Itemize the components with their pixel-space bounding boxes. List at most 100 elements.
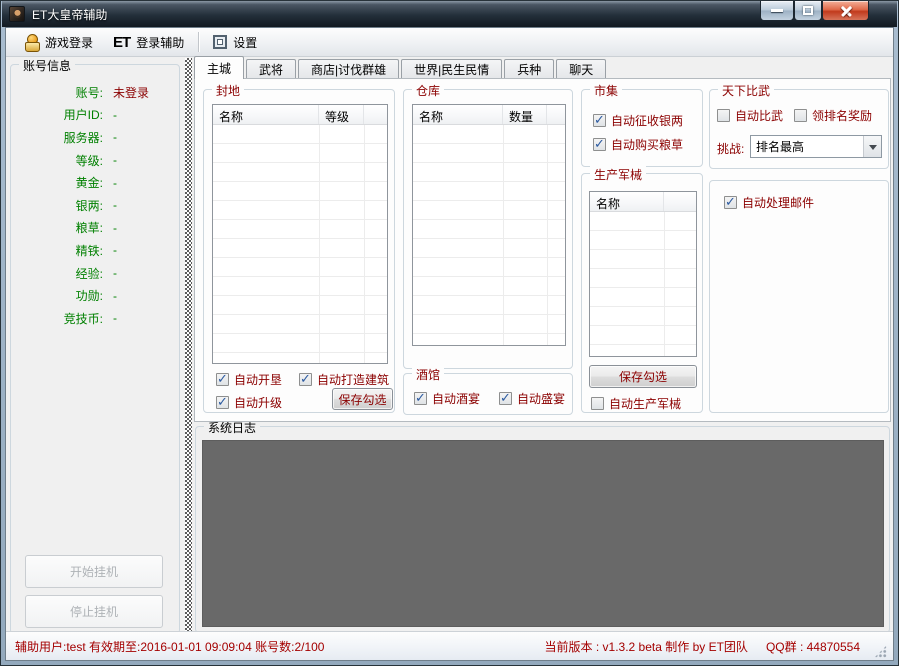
auto-produce-weapons-checkbox[interactable]: 自动生产军械 [591, 395, 681, 412]
fief-table-header: 名称 等级 [213, 105, 387, 125]
fief-table[interactable]: 名称 等级 [212, 104, 388, 364]
client-area: 游戏登录 ET 登录辅助 设置 账号信息 账号: 未登录 用户ID: - 服务器… [5, 27, 894, 661]
warehouse-table-gridline [547, 125, 548, 345]
auto-buy-grain-checkbox[interactable]: 自动购买粮草 [593, 136, 683, 153]
account-row-label: 用户ID: [63, 108, 103, 123]
warehouse-col-extra[interactable] [547, 105, 565, 124]
account-row-label: 账号: [75, 85, 103, 100]
app-icon [9, 6, 25, 22]
weapons-col-name[interactable]: 名称 [590, 192, 664, 211]
auto-build-checkbox-box[interactable] [299, 371, 312, 387]
auto-produce-weapons-label: 自动生产军械 [609, 397, 682, 411]
claim-rank-reward-checkbox[interactable]: 领排名奖励 [794, 107, 872, 124]
auto-process-mail-checkbox-box[interactable] [724, 194, 737, 210]
close-button[interactable] [822, 1, 869, 21]
auto-duel-label: 自动比武 [735, 109, 784, 123]
fief-save-button[interactable]: 保存勾选 [332, 388, 393, 410]
login-helper-button[interactable]: ET 登录辅助 [103, 28, 194, 56]
weapons-table[interactable]: 名称 [589, 191, 697, 357]
game-login-label: 游戏登录 [45, 35, 94, 50]
auto-buy-grain-checkbox-box[interactable] [593, 136, 606, 152]
challenge-dropdown[interactable]: 排名最高 [750, 135, 882, 158]
auto-produce-weapons-checkbox-box[interactable] [591, 397, 604, 410]
account-row-label: 竞技币: [63, 311, 103, 326]
tabstrip: 主城 武将 商店|讨伐群雄 世界|民生民情 兵种 聊天 [194, 56, 608, 79]
tournament-group-title: 天下比武 [718, 82, 775, 99]
auto-upgrade-checkbox[interactable]: 自动升级 [216, 394, 282, 411]
auto-reclaim-label: 自动开垦 [234, 373, 283, 387]
fief-col-level[interactable]: 等级 [319, 105, 364, 124]
weapons-save-button[interactable]: 保存勾选 [589, 365, 697, 388]
weapons-group-title: 生产军械 [590, 166, 647, 183]
maximize-button[interactable] [794, 1, 822, 21]
stop-hangup-button[interactable]: 停止挂机 [25, 595, 163, 628]
auto-banquet-checkbox[interactable]: 自动酒宴 [414, 390, 480, 407]
warehouse-col-name[interactable]: 名称 [413, 105, 503, 124]
auto-upgrade-checkbox-box[interactable] [216, 394, 229, 410]
maximize-icon [803, 6, 813, 15]
tab-chat[interactable]: 聊天 [556, 59, 607, 79]
weapons-table-body[interactable] [590, 212, 696, 356]
start-hangup-button[interactable]: 开始挂机 [25, 555, 163, 588]
account-row-label: 银两: [75, 198, 103, 213]
settings-icon [213, 35, 228, 49]
tab-world-people[interactable]: 世界|民生民情 [401, 59, 503, 79]
minimize-icon [771, 9, 783, 12]
vertical-splitter[interactable] [185, 58, 192, 634]
account-row-value: - [113, 243, 117, 258]
account-row: 用户ID: - [11, 104, 179, 127]
auto-banquet-checkbox-box[interactable] [414, 390, 427, 406]
auto-reclaim-checkbox-box[interactable] [216, 371, 229, 387]
et-logo-icon: ET [113, 33, 131, 51]
fief-table-body[interactable] [213, 125, 387, 363]
fief-col-extra[interactable] [364, 105, 387, 124]
claim-rank-reward-checkbox-box[interactable] [794, 109, 807, 122]
auto-feast-checkbox[interactable]: 自动盛宴 [499, 390, 565, 407]
tab-shop-crusade[interactable]: 商店|讨伐群雄 [298, 59, 400, 79]
account-row: 精铁: - [11, 239, 179, 262]
status-version-text: 当前版本 : v1.3.2 beta 制作 by ET团队 [544, 639, 748, 654]
auto-reclaim-checkbox[interactable]: 自动开垦 [216, 371, 282, 388]
account-row-value: - [113, 198, 117, 213]
challenge-label: 挑战: [717, 142, 745, 156]
account-row-value: - [113, 153, 117, 168]
tab-troops[interactable]: 兵种 [504, 59, 555, 79]
minimize-button[interactable] [760, 1, 794, 21]
chevron-down-icon[interactable] [863, 136, 881, 157]
auto-duel-checkbox-box[interactable] [717, 109, 730, 122]
weapons-group: 生产军械 名称 保存勾选 自动生产军械 [581, 166, 703, 413]
auto-feast-checkbox-box[interactable] [499, 390, 512, 406]
auto-process-mail-checkbox[interactable]: 自动处理邮件 [724, 194, 814, 211]
game-login-button[interactable]: 游戏登录 [14, 28, 103, 56]
account-row-label: 等级: [75, 153, 103, 168]
warehouse-col-qty[interactable]: 数量 [503, 105, 547, 124]
titlebar[interactable]: ET大皇帝辅助 [2, 1, 897, 27]
fief-col-name[interactable]: 名称 [213, 105, 319, 124]
window-title: ET大皇帝辅助 [32, 8, 108, 22]
auto-duel-checkbox[interactable]: 自动比武 [717, 107, 783, 124]
auto-build-checkbox[interactable]: 自动打造建筑 [299, 371, 389, 388]
account-row-value: - [113, 266, 117, 281]
account-row-value: 未登录 [113, 85, 150, 100]
resize-grip[interactable] [874, 645, 887, 658]
weapons-col-extra[interactable] [664, 192, 696, 211]
settings-button[interactable]: 设置 [203, 28, 267, 56]
settings-label: 设置 [233, 35, 258, 50]
auto-collect-silver-checkbox-box[interactable] [593, 112, 606, 128]
tavern-group: 酒馆 自动酒宴 自动盛宴 [403, 366, 573, 415]
weapons-table-gridline [664, 212, 665, 356]
auto-collect-silver-checkbox[interactable]: 自动征收银两 [593, 112, 683, 129]
auto-collect-silver-label: 自动征收银两 [611, 114, 684, 128]
system-log-output[interactable] [202, 440, 884, 627]
auto-banquet-label: 自动酒宴 [432, 392, 481, 406]
toolbar: 游戏登录 ET 登录辅助 设置 [6, 28, 893, 57]
warehouse-table-body[interactable] [413, 125, 565, 345]
warehouse-table[interactable]: 名称 数量 [412, 104, 566, 346]
account-info-group: 账号信息 账号: 未登录 用户ID: - 服务器: - 等级: - 黄金: - … [10, 57, 180, 634]
tab-main-city[interactable]: 主城 [194, 56, 245, 79]
account-row-value: - [113, 130, 117, 145]
tab-generals[interactable]: 武将 [246, 59, 297, 79]
account-row-label: 服务器: [63, 130, 103, 145]
account-row: 服务器: - [11, 126, 179, 149]
account-row-label: 功勋: [75, 289, 103, 304]
